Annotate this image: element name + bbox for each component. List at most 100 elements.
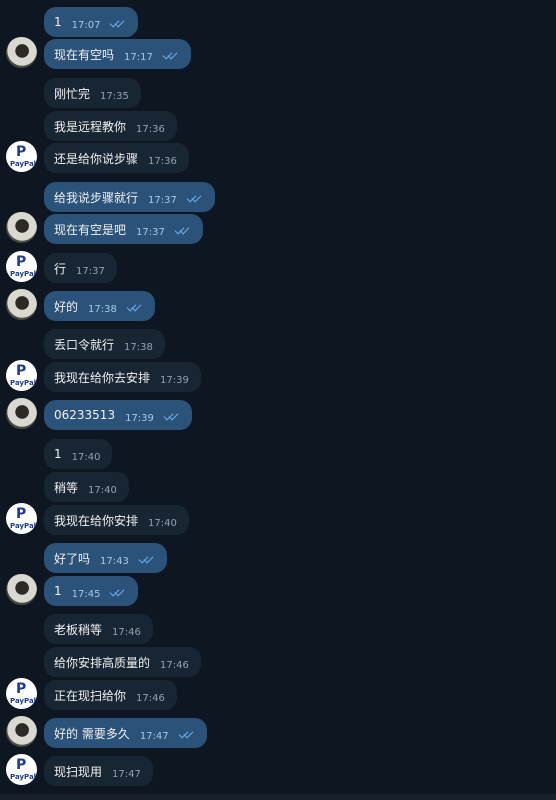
chat-history[interactable]: 1 17:07 现在有空吗 17:17 刚忙完 17:35 我是远程教你 17:36 P PayP… (0, 0, 556, 800)
message-text: 给你安排高质量的 (54, 655, 151, 670)
message-row: 老板稍等 17:46 (0, 612, 556, 644)
incoming-message-bubble[interactable]: 还是给你说步骤 17:36 (44, 143, 189, 173)
user-avatar[interactable] (6, 398, 37, 429)
message-row: 稍等 17:40 (0, 470, 556, 502)
message-time: 17:47 (139, 730, 169, 742)
incoming-message-bubble[interactable]: 1 17:40 (44, 439, 113, 469)
paypal-letter: P (16, 363, 27, 379)
message-time: 17:38 (124, 341, 153, 353)
read-check-icon (163, 51, 179, 61)
user-avatar[interactable] (6, 574, 37, 605)
message-text: 行 (54, 261, 67, 276)
message-text: 1 (54, 447, 62, 461)
message-text: 好的 需要多久 (54, 726, 130, 741)
message-time: 17:37 (136, 226, 165, 238)
message-row: 1 17:45 (0, 574, 556, 606)
message-text: 我是远程教你 (54, 119, 127, 134)
message-row: 给你安排高质量的 17:46 (0, 645, 556, 677)
incoming-message-bubble[interactable]: 正在现扫给你 17:46 (44, 680, 177, 710)
message-time: 17:46 (112, 626, 141, 638)
message-row: P PayPal 还是给你说步骤 17:36 (0, 141, 556, 173)
message-time: 17:07 (71, 19, 101, 31)
incoming-message-bubble[interactable]: 我现在给你安排 17:40 (44, 505, 189, 535)
paypal-avatar[interactable]: P PayPal (6, 678, 37, 709)
message-time: 17:39 (125, 412, 154, 424)
message-time: 17:40 (71, 451, 101, 463)
message-row: 现在有空是吧 17:37 (0, 212, 556, 244)
incoming-message-bubble[interactable]: 老板稍等 17:46 (44, 614, 153, 644)
paypal-avatar[interactable]: P PayPal (6, 503, 37, 534)
message-text: 06233513 (54, 408, 116, 422)
outgoing-message-bubble[interactable]: 1 17:45 (44, 576, 139, 606)
paypal-avatar[interactable]: P PayPal (6, 754, 37, 785)
message-text: 稍等 (54, 480, 79, 495)
message-row: 现在有空吗 17:17 (0, 37, 556, 69)
message-row: 好了吗 17:43 (0, 541, 556, 573)
message-text: 老板稍等 (54, 622, 103, 637)
message-text: 我现在给你去安排 (54, 370, 151, 385)
message-time: 17:45 (71, 588, 101, 600)
paypal-avatar[interactable]: P PayPal (6, 360, 37, 391)
message-time: 17:46 (136, 692, 165, 704)
user-avatar[interactable] (6, 37, 37, 68)
message-row: P PayPal 正在现扫给你 17:46 (0, 678, 556, 710)
message-row: 好的 17:38 (0, 289, 556, 321)
message-row: 丢口令就行 17:38 (0, 327, 556, 359)
message-row: 给我说步骤就行 17:37 (0, 180, 556, 212)
user-avatar[interactable] (6, 212, 37, 243)
message-text: 刚忙完 (54, 86, 91, 101)
message-text: 我现在给你安排 (54, 513, 139, 528)
paypal-letter: P (16, 254, 27, 270)
paypal-avatar[interactable]: P PayPal (6, 141, 37, 172)
outgoing-message-bubble[interactable]: 06233513 17:39 (44, 400, 192, 430)
read-check-icon (110, 19, 126, 29)
incoming-message-bubble[interactable]: 现扫现用 17:47 (44, 756, 153, 786)
bottom-bar (0, 794, 556, 800)
paypal-avatar[interactable]: P PayPal (6, 251, 37, 282)
incoming-message-bubble[interactable]: 给你安排高质量的 17:46 (44, 647, 201, 677)
paypal-wordmark: PayPal (10, 697, 37, 705)
paypal-wordmark: PayPal (10, 379, 37, 387)
message-time: 17:46 (160, 659, 189, 671)
message-text: 现在有空是吧 (54, 222, 127, 237)
message-row: 06233513 17:39 (0, 398, 556, 430)
outgoing-message-bubble[interactable]: 好的 需要多久 17:47 (44, 718, 207, 748)
paypal-wordmark: PayPal (10, 160, 37, 168)
message-time: 17:40 (88, 484, 117, 496)
message-time: 17:40 (148, 517, 177, 529)
paypal-letter: P (16, 506, 27, 522)
user-avatar[interactable] (6, 289, 37, 320)
read-check-icon (164, 412, 180, 422)
message-time: 17:36 (148, 155, 177, 167)
message-row: P PayPal 我现在给你安排 17:40 (0, 503, 556, 535)
read-check-icon (175, 226, 191, 236)
incoming-message-bubble[interactable]: 我现在给你去安排 17:39 (44, 362, 201, 392)
message-time: 17:36 (136, 123, 165, 135)
message-text: 现在有空吗 (54, 47, 115, 62)
message-text: 还是给你说步骤 (54, 151, 139, 166)
message-time: 17:37 (76, 265, 105, 277)
user-avatar[interactable] (6, 716, 37, 747)
message-time: 17:35 (100, 90, 129, 102)
incoming-message-bubble[interactable]: 我是远程教你 17:36 (44, 111, 177, 141)
message-row: P PayPal 现扫现用 17:47 (0, 754, 556, 786)
message-text: 给我说步骤就行 (54, 190, 139, 205)
message-row: 1 17:07 (0, 5, 556, 37)
message-time: 17:43 (100, 555, 129, 567)
message-text: 好的 (54, 299, 79, 314)
incoming-message-bubble[interactable]: 刚忙完 17:35 (44, 78, 141, 108)
outgoing-message-bubble[interactable]: 现在有空吗 17:17 (44, 39, 191, 69)
message-time: 17:39 (160, 374, 189, 386)
outgoing-message-bubble[interactable]: 1 17:07 (44, 7, 139, 37)
incoming-message-bubble[interactable]: 丢口令就行 17:38 (44, 329, 165, 359)
outgoing-message-bubble[interactable]: 好了吗 17:43 (44, 543, 167, 573)
incoming-message-bubble[interactable]: 稍等 17:40 (44, 472, 129, 502)
message-text: 丢口令就行 (54, 337, 115, 352)
outgoing-message-bubble[interactable]: 好的 17:38 (44, 291, 155, 321)
outgoing-message-bubble[interactable]: 现在有空是吧 17:37 (44, 214, 203, 244)
message-text: 好了吗 (54, 551, 91, 566)
message-time: 17:47 (112, 768, 141, 780)
incoming-message-bubble[interactable]: 行 17:37 (44, 253, 117, 283)
outgoing-message-bubble[interactable]: 给我说步骤就行 17:37 (44, 182, 215, 212)
paypal-wordmark: PayPal (10, 270, 37, 278)
